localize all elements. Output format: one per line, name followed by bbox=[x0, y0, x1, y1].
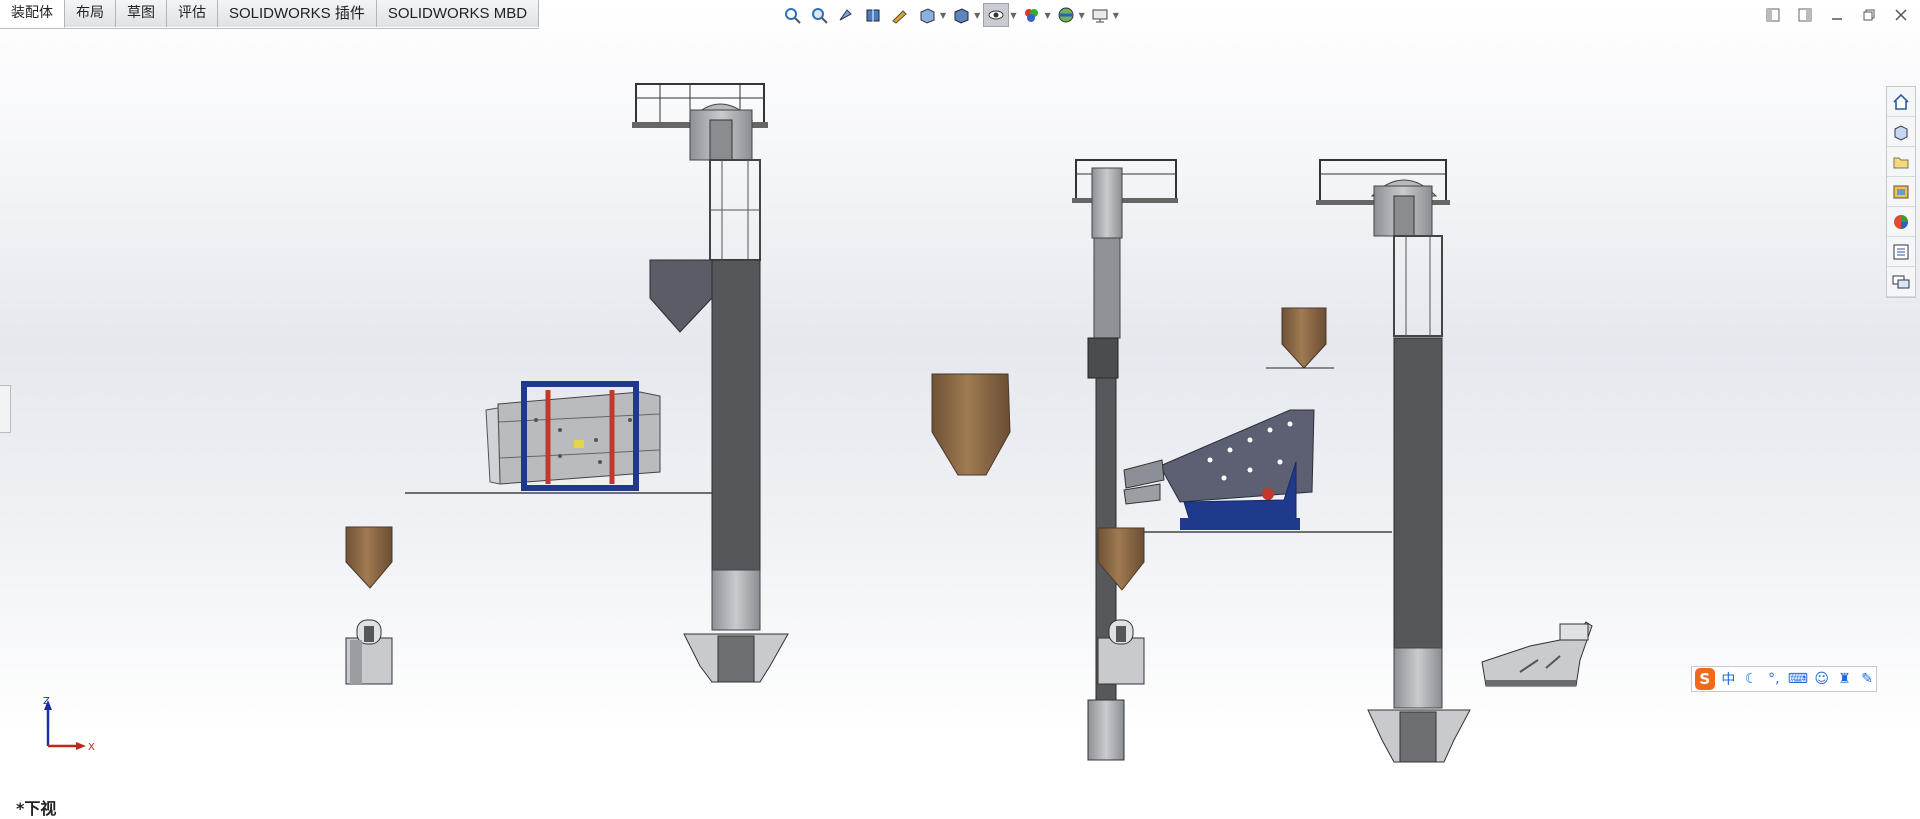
custom-properties-icon[interactable] bbox=[1887, 237, 1915, 267]
hopper-large-center bbox=[931, 373, 1011, 476]
feature-tree-flyout-handle[interactable] bbox=[0, 385, 11, 433]
design-library-icon[interactable] bbox=[1887, 117, 1915, 147]
tile-right-icon[interactable] bbox=[1796, 6, 1814, 24]
bucket-elevator-3 bbox=[1316, 159, 1471, 763]
triad-x-label: X bbox=[88, 742, 95, 753]
wrench-icon[interactable]: ✎ bbox=[1858, 671, 1876, 687]
view-orientation-label: *下视 bbox=[16, 799, 57, 818]
chute-1 bbox=[649, 259, 713, 333]
view-palette-icon[interactable] bbox=[1887, 177, 1915, 207]
tab-sketch[interactable]: 草图 bbox=[116, 0, 167, 27]
ime-mode-toggle[interactable]: 中 bbox=[1720, 669, 1738, 689]
section-view-icon[interactable] bbox=[861, 4, 885, 26]
hammer-crusher bbox=[1481, 621, 1593, 687]
heads-up-view-toolbar: ▼ ▼ ▼ ▼ ▼ ▼ bbox=[780, 3, 1119, 27]
window-controls bbox=[1764, 6, 1910, 24]
triad-z-label: Z bbox=[43, 696, 50, 707]
zoom-to-area-icon[interactable] bbox=[807, 4, 831, 26]
restore-icon[interactable] bbox=[1860, 6, 1878, 24]
tab-layout[interactable]: 布局 bbox=[65, 0, 116, 27]
file-explorer-icon[interactable] bbox=[1887, 147, 1915, 177]
previous-view-icon[interactable] bbox=[834, 4, 858, 26]
apply-scene-icon[interactable] bbox=[1054, 4, 1078, 26]
weigh-unit-left bbox=[345, 619, 393, 685]
reference-triad: Z X bbox=[43, 696, 95, 753]
view-settings-icon[interactable] bbox=[1088, 4, 1112, 26]
graphics-area[interactable] bbox=[0, 0, 1920, 816]
appearances-icon[interactable] bbox=[1887, 207, 1915, 237]
edit-appearance-icon[interactable] bbox=[1019, 4, 1043, 26]
hopper-upper-right bbox=[1281, 307, 1327, 369]
vibrating-screen-1 bbox=[485, 381, 661, 491]
keyboard-icon[interactable]: ⌨ bbox=[1788, 671, 1808, 687]
tab-solidworks-mbd[interactable]: SOLIDWORKS MBD bbox=[376, 0, 540, 27]
zoom-to-fit-icon[interactable] bbox=[780, 4, 804, 26]
forum-icon[interactable] bbox=[1887, 267, 1915, 297]
view-orientation-icon[interactable] bbox=[915, 4, 939, 26]
dynamic-annotation-icon[interactable] bbox=[888, 4, 912, 26]
tab-solidworks-addins[interactable]: SOLIDWORKS 插件 bbox=[218, 0, 377, 27]
ime-toolbar[interactable]: S 中 ☾ °, ⌨ ☺ ♜ ✎ bbox=[1691, 666, 1877, 692]
task-pane-tabs bbox=[1886, 86, 1916, 298]
tile-left-icon[interactable] bbox=[1764, 6, 1782, 24]
user-icon[interactable]: ☺ bbox=[1813, 671, 1831, 687]
moon-icon[interactable]: ☾ bbox=[1742, 671, 1760, 687]
command-manager-tabs: 装配体 布局 草图 评估 SOLIDWORKS 插件 SOLIDWORKS MB… bbox=[0, 0, 540, 29]
display-style-icon[interactable] bbox=[949, 4, 973, 26]
punctuation-icon[interactable]: °, bbox=[1765, 671, 1783, 687]
bucket-elevator-1 bbox=[632, 83, 789, 683]
home-icon[interactable] bbox=[1887, 87, 1915, 117]
vibrating-screen-2 bbox=[1123, 409, 1315, 530]
hopper-small-left bbox=[345, 526, 393, 589]
tab-evaluate[interactable]: 评估 bbox=[167, 0, 218, 27]
sogou-logo-icon[interactable]: S bbox=[1695, 668, 1715, 690]
skin-icon[interactable]: ♜ bbox=[1836, 671, 1854, 687]
hide-show-items-icon[interactable] bbox=[983, 3, 1010, 27]
tab-assembly[interactable]: 装配体 bbox=[0, 0, 65, 28]
close-icon[interactable] bbox=[1892, 6, 1910, 24]
minimize-icon[interactable] bbox=[1828, 6, 1846, 24]
